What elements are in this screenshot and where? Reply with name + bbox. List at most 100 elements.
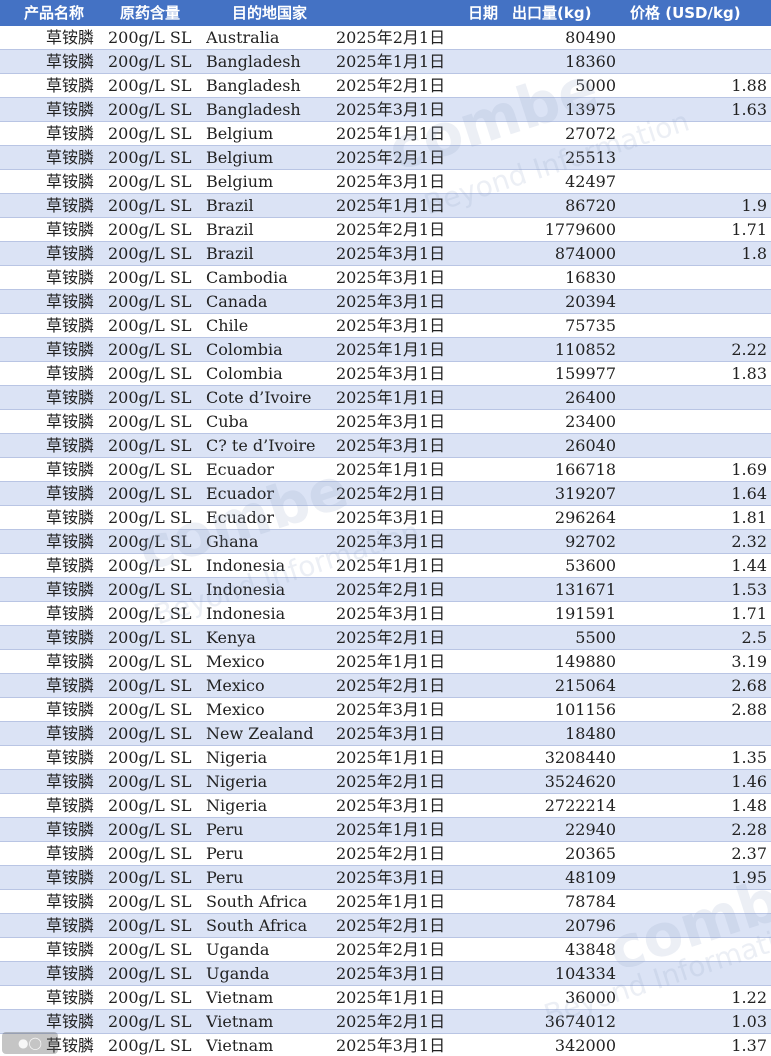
spec-cell[interactable]: 200g/L SL <box>108 866 206 890</box>
product-cell[interactable]: 草铵膦 <box>46 698 106 722</box>
product-cell[interactable]: 草铵膦 <box>46 242 106 266</box>
destination-cell[interactable]: Nigeria <box>206 794 336 818</box>
table-row[interactable]: 草铵膦 200g/L SL Vietnam 2025年1月1日 36000 1.22 <box>0 986 771 1010</box>
spec-cell[interactable]: 200g/L SL <box>108 890 206 914</box>
date-cell[interactable]: 2025年1月1日 <box>336 122 458 146</box>
destination-cell[interactable]: Uganda <box>206 938 336 962</box>
table-row[interactable]: 草铵膦 200g/L SL Ecuador 2025年2月1日 319207 1.64 <box>0 482 771 506</box>
product-cell[interactable]: 草铵膦 <box>46 818 106 842</box>
destination-cell[interactable]: Brazil <box>206 194 336 218</box>
table-row[interactable]: 草铵膦 200g/L SL South Africa 2025年1月1日 78784 <box>0 890 771 914</box>
product-cell[interactable]: 草铵膦 <box>46 314 106 338</box>
destination-cell[interactable]: Cambodia <box>206 266 336 290</box>
quantity-cell[interactable]: 319207 <box>458 482 616 506</box>
spec-cell[interactable]: 200g/L SL <box>108 362 206 386</box>
spec-cell[interactable]: 200g/L SL <box>108 674 206 698</box>
quantity-cell[interactable]: 22940 <box>458 818 616 842</box>
product-cell[interactable]: 草铵膦 <box>46 794 106 818</box>
destination-cell[interactable]: Nigeria <box>206 746 336 770</box>
date-cell[interactable]: 2025年1月1日 <box>336 554 458 578</box>
spec-cell[interactable]: 200g/L SL <box>108 74 206 98</box>
spec-cell[interactable]: 200g/L SL <box>108 170 206 194</box>
table-row[interactable]: 草铵膦 200g/L SL Brazil 2025年1月1日 86720 1.9 <box>0 194 771 218</box>
date-cell[interactable]: 2025年3月1日 <box>336 290 458 314</box>
table-row[interactable]: 草铵膦 200g/L SL Mexico 2025年1月1日 149880 3.19 <box>0 650 771 674</box>
product-cell[interactable]: 草铵膦 <box>46 386 106 410</box>
price-cell[interactable]: 2.68 <box>616 674 767 698</box>
quantity-cell[interactable]: 3208440 <box>458 746 616 770</box>
destination-cell[interactable]: Mexico <box>206 674 336 698</box>
price-cell[interactable]: 1.81 <box>616 506 767 530</box>
quantity-cell[interactable]: 191591 <box>458 602 616 626</box>
destination-cell[interactable]: Brazil <box>206 218 336 242</box>
spec-cell[interactable]: 200g/L SL <box>108 842 206 866</box>
date-cell[interactable]: 2025年1月1日 <box>336 50 458 74</box>
quantity-cell[interactable]: 131671 <box>458 578 616 602</box>
product-cell[interactable]: 草铵膦 <box>46 746 106 770</box>
spec-cell[interactable]: 200g/L SL <box>108 698 206 722</box>
price-cell[interactable]: 2.37 <box>616 842 767 866</box>
quantity-cell[interactable]: 53600 <box>458 554 616 578</box>
destination-cell[interactable]: Vietnam <box>206 986 336 1010</box>
header-destination[interactable]: 目的地国家 <box>232 0 307 26</box>
quantity-cell[interactable]: 78784 <box>458 890 616 914</box>
price-cell[interactable]: 1.03 <box>616 1010 767 1034</box>
destination-cell[interactable]: Indonesia <box>206 602 336 626</box>
product-cell[interactable]: 草铵膦 <box>46 722 106 746</box>
quantity-cell[interactable]: 86720 <box>458 194 616 218</box>
date-cell[interactable]: 2025年3月1日 <box>336 242 458 266</box>
destination-cell[interactable]: Peru <box>206 842 336 866</box>
date-cell[interactable]: 2025年2月1日 <box>336 218 458 242</box>
table-row[interactable]: 草铵膦 200g/L SL Vietnam 2025年2月1日 3674012 1.03 <box>0 1010 771 1034</box>
table-row[interactable]: 草铵膦 200g/L SL Chile 2025年3月1日 75735 <box>0 314 771 338</box>
spec-cell[interactable]: 200g/L SL <box>108 770 206 794</box>
product-cell[interactable]: 草铵膦 <box>46 218 106 242</box>
product-cell[interactable]: 草铵膦 <box>46 890 106 914</box>
spec-cell[interactable]: 200g/L SL <box>108 818 206 842</box>
table-row[interactable]: 草铵膦 200g/L SL New Zealand 2025年3月1日 18480 <box>0 722 771 746</box>
table-row[interactable]: 草铵膦 200g/L SL Belgium 2025年1月1日 27072 <box>0 122 771 146</box>
product-cell[interactable]: 草铵膦 <box>46 146 106 170</box>
spec-cell[interactable]: 200g/L SL <box>108 506 206 530</box>
price-cell[interactable]: 1.83 <box>616 362 767 386</box>
table-row[interactable]: 草铵膦 200g/L SL Mexico 2025年2月1日 215064 2.68 <box>0 674 771 698</box>
quantity-cell[interactable]: 159977 <box>458 362 616 386</box>
destination-cell[interactable]: Belgium <box>206 146 336 170</box>
destination-cell[interactable]: Colombia <box>206 338 336 362</box>
price-cell[interactable]: 3.19 <box>616 650 767 674</box>
product-cell[interactable]: 草铵膦 <box>46 626 106 650</box>
spec-cell[interactable]: 200g/L SL <box>108 578 206 602</box>
quantity-cell[interactable]: 1779600 <box>458 218 616 242</box>
product-cell[interactable]: 草铵膦 <box>46 554 106 578</box>
quantity-cell[interactable]: 42497 <box>458 170 616 194</box>
destination-cell[interactable]: Peru <box>206 866 336 890</box>
table-row[interactable]: 草铵膦 200g/L SL Cuba 2025年3月1日 23400 <box>0 410 771 434</box>
quantity-cell[interactable]: 342000 <box>458 1034 616 1056</box>
table-row[interactable]: 草铵膦 200g/L SL South Africa 2025年2月1日 20796 <box>0 914 771 938</box>
date-cell[interactable]: 2025年1月1日 <box>336 194 458 218</box>
spec-cell[interactable]: 200g/L SL <box>108 602 206 626</box>
table-row[interactable]: 草铵膦 200g/L SL Ecuador 2025年1月1日 166718 1.69 <box>0 458 771 482</box>
spec-cell[interactable]: 200g/L SL <box>108 482 206 506</box>
destination-cell[interactable]: Cuba <box>206 410 336 434</box>
quantity-cell[interactable]: 3674012 <box>458 1010 616 1034</box>
quantity-cell[interactable]: 110852 <box>458 338 616 362</box>
table-row[interactable]: 草铵膦 200g/L SL Belgium 2025年2月1日 25513 <box>0 146 771 170</box>
spec-cell[interactable]: 200g/L SL <box>108 146 206 170</box>
date-cell[interactable]: 2025年1月1日 <box>336 386 458 410</box>
product-cell[interactable]: 草铵膦 <box>46 194 106 218</box>
product-cell[interactable]: 草铵膦 <box>46 938 106 962</box>
destination-cell[interactable]: Uganda <box>206 962 336 986</box>
quantity-cell[interactable]: 296264 <box>458 506 616 530</box>
spec-cell[interactable]: 200g/L SL <box>108 26 206 50</box>
table-row[interactable]: 草铵膦 200g/L SL C? te d’Ivoire 2025年3月1日 26040 <box>0 434 771 458</box>
product-cell[interactable]: 草铵膦 <box>46 458 106 482</box>
product-cell[interactable]: 草铵膦 <box>46 26 106 50</box>
quantity-cell[interactable]: 36000 <box>458 986 616 1010</box>
header-product[interactable]: 产品名称 <box>24 0 84 26</box>
product-cell[interactable]: 草铵膦 <box>46 290 106 314</box>
product-cell[interactable]: 草铵膦 <box>46 266 106 290</box>
date-cell[interactable]: 2025年2月1日 <box>336 770 458 794</box>
header-price[interactable]: 价格 (USD/kg) <box>630 0 741 26</box>
date-cell[interactable]: 2025年1月1日 <box>336 458 458 482</box>
